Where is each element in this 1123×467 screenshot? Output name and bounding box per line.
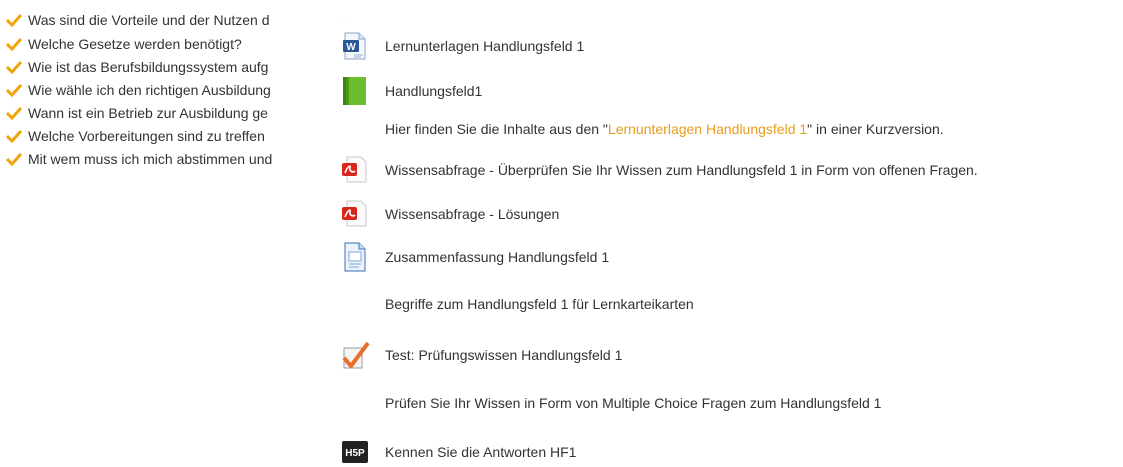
- book-icon: [340, 76, 370, 106]
- book-description-prefix: Hier finden Sie die Inhalte aus den ": [385, 121, 608, 137]
- quiz-description: Prüfen Sie Ihr Wissen in Form von Multip…: [385, 395, 881, 411]
- checkmark-icon: [6, 37, 22, 51]
- activity-label[interactable]: Handlungsfeld1: [385, 83, 482, 99]
- checklist-item-label: Welche Gesetze werden benötigt?: [28, 36, 242, 52]
- checklist-item: Wie ist das Berufsbildungssystem aufg: [6, 57, 268, 77]
- checklist-item: Mit wem muss ich mich abstimmen und: [6, 149, 272, 169]
- checkmark-icon: [6, 13, 22, 27]
- summary-description: Begriffe zum Handlungsfeld 1 für Lernkar…: [385, 296, 694, 312]
- top-fade: [340, 0, 670, 22]
- quiz-icon: [340, 340, 370, 370]
- checklist: Was sind die Vorteile und der Nutzen d W…: [0, 0, 345, 190]
- checkmark-icon: [6, 129, 22, 143]
- checkmark-icon: [6, 83, 22, 97]
- book-description-suffix: " in einer Kurzversion.: [807, 121, 944, 137]
- checklist-item: Was sind die Vorteile und der Nutzen d: [6, 10, 270, 30]
- quiz-description-text: Prüfen Sie Ihr Wissen in Form von Multip…: [385, 395, 882, 411]
- activity-word-document[interactable]: W Lernunterlagen Handlungsfeld 1: [340, 31, 584, 61]
- checkmark-icon: [6, 152, 22, 166]
- book-description: Hier finden Sie die Inhalte aus den "Ler…: [385, 121, 944, 137]
- activity-book[interactable]: Handlungsfeld1: [340, 76, 482, 106]
- activity-label[interactable]: Zusammenfassung Handlungsfeld 1: [385, 249, 609, 265]
- checklist-item: Wann ist ein Betrieb zur Ausbildung ge: [6, 103, 268, 123]
- checkmark-icon: [6, 106, 22, 120]
- activity-label[interactable]: Test: Prüfungswissen Handlungsfeld 1: [385, 347, 622, 363]
- checklist-item: Wie wähle ich den richtigen Ausbildung: [6, 80, 271, 100]
- pdf-icon: [340, 155, 370, 185]
- activity-label[interactable]: Lernunterlagen Handlungsfeld 1: [385, 38, 584, 54]
- activity-pdf-quiz[interactable]: Wissensabfrage - Überprüfen Sie Ihr Wiss…: [340, 155, 978, 185]
- svg-text:H5P: H5P: [345, 448, 365, 459]
- checklist-item-label: Was sind die Vorteile und der Nutzen d: [28, 12, 270, 28]
- checklist-item-label: Wie ist das Berufsbildungssystem aufg: [28, 59, 269, 75]
- checklist-item: Welche Gesetze werden benötigt?: [6, 34, 242, 54]
- checkmark-icon: [6, 60, 22, 74]
- activity-pdf-solutions[interactable]: Wissensabfrage - Lösungen: [340, 199, 559, 229]
- checklist-item-label: Wie wähle ich den richtigen Ausbildung: [28, 82, 271, 98]
- word-document-icon: W: [340, 31, 370, 61]
- activity-page[interactable]: Zusammenfassung Handlungsfeld 1: [340, 242, 609, 272]
- svg-text:W: W: [346, 42, 356, 53]
- summary-description-text: Begriffe zum Handlungsfeld 1 für Lernkar…: [385, 296, 694, 312]
- activity-label[interactable]: Wissensabfrage - Überprüfen Sie Ihr Wiss…: [385, 162, 978, 178]
- activity-list: ... W Lernunterlagen Handlungsfeld 1 Han…: [340, 0, 1123, 463]
- checklist-item-label: Wann ist ein Betrieb zur Ausbildung ge: [28, 105, 268, 121]
- checklist-item-label: Mit wem muss ich mich abstimmen und: [28, 151, 273, 167]
- book-description-link[interactable]: Lernunterlagen Handlungsfeld 1: [608, 121, 807, 137]
- page-icon: [340, 242, 370, 272]
- pdf-icon: [340, 199, 370, 229]
- checklist-item-label: Welche Vorbereitungen sind zu treffen: [28, 128, 265, 144]
- activity-label[interactable]: Kennen Sie die Antworten HF1: [385, 444, 576, 460]
- activity-quiz[interactable]: Test: Prüfungswissen Handlungsfeld 1: [340, 340, 622, 370]
- checklist-item: Welche Vorbereitungen sind zu treffen: [6, 126, 265, 146]
- activity-label[interactable]: Wissensabfrage - Lösungen: [385, 206, 559, 222]
